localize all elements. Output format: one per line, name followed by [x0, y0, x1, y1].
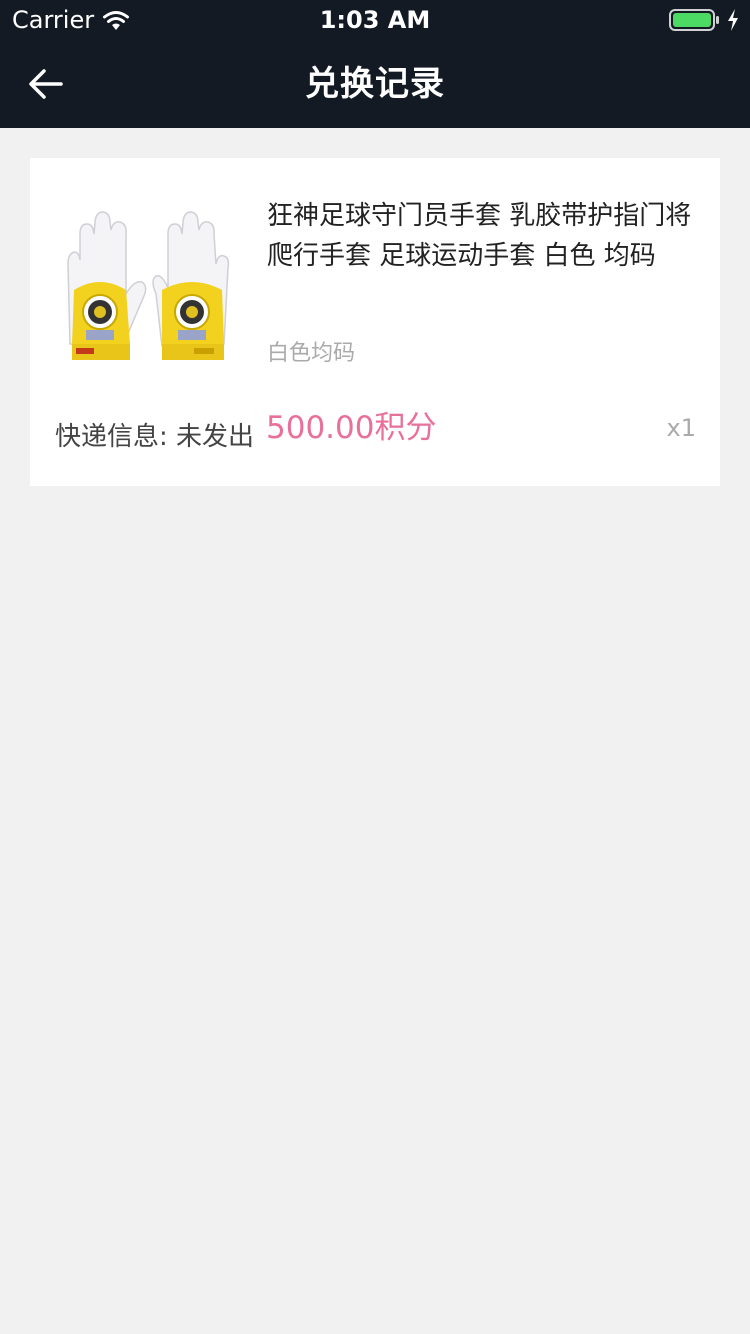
- page-title: 兑换记录: [305, 64, 445, 104]
- product-spec: 白色均码: [267, 341, 356, 366]
- shipping-info: 快递信息: 未发出: [55, 420, 254, 454]
- exchange-record-card[interactable]: 狂神足球守门员手套 乳胶带护指门将爬行手套 足球运动手套 白色 均码 白色均码 …: [30, 158, 720, 486]
- battery-icon: [669, 9, 719, 31]
- status-time: 1:03 AM: [319, 6, 431, 34]
- shipping-status: 未发出: [176, 422, 255, 452]
- goalkeeper-gloves-image[interactable]: [60, 194, 236, 378]
- product-title[interactable]: 狂神足球守门员手套 乳胶带护指门将爬行手套 足球运动手套 白色 均码: [267, 196, 707, 276]
- top-bar: Carrier 1:03 AM 兑换记录: [0, 0, 750, 128]
- quantity: x1: [666, 414, 696, 442]
- nav-bar: 兑换记录: [0, 40, 750, 128]
- charging-icon: [728, 9, 738, 31]
- status-bar: Carrier 1:03 AM: [0, 0, 750, 40]
- shipping-label: 快递信息:: [55, 422, 168, 452]
- points-price: 500.00积分: [266, 410, 437, 446]
